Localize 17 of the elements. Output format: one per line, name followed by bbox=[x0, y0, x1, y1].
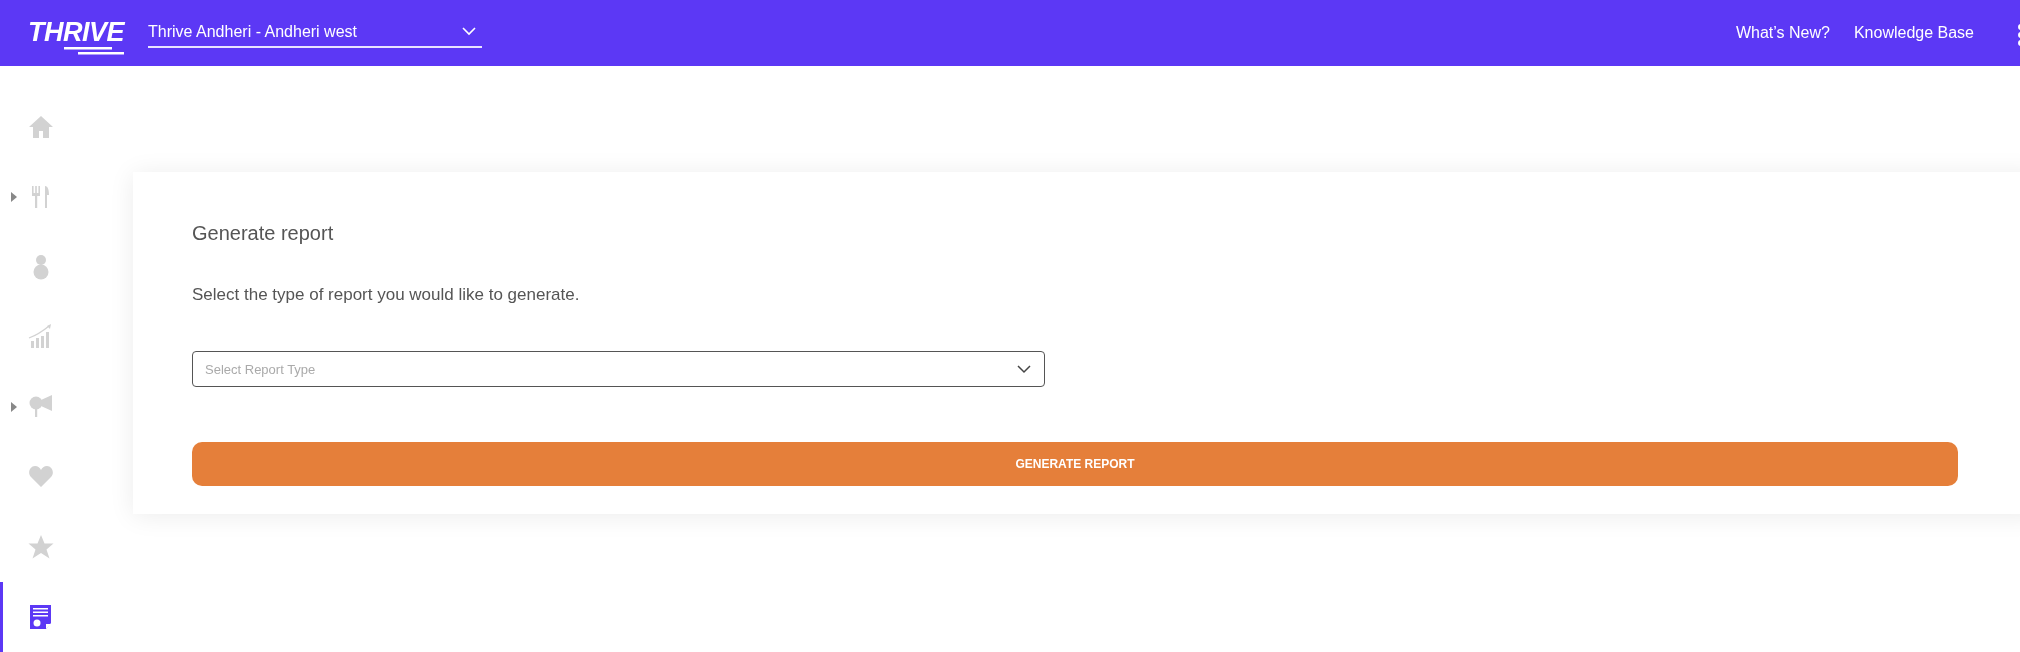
header-link[interactable]: Knowledge Base bbox=[1853, 24, 1974, 42]
location-dropdown[interactable]: Thrive Andheri - Andheri west bbox=[148, 22, 482, 48]
chevron-down-icon bbox=[462, 27, 476, 36]
report-type-select[interactable]: Select Report Type bbox=[192, 351, 1045, 387]
header-link[interactable]: What’s New? bbox=[1735, 24, 1830, 42]
card-title: Generate report bbox=[192, 222, 335, 245]
instruction-text: Select the type of report you would like to generate. bbox=[192, 285, 581, 305]
star-icon bbox=[28, 534, 54, 560]
heart-icon bbox=[28, 464, 54, 490]
document-icon bbox=[28, 604, 54, 630]
chevron-down-icon bbox=[1017, 365, 1031, 374]
logo: THRIVE bbox=[28, 16, 124, 56]
home-icon bbox=[28, 114, 54, 140]
bar-chart-icon bbox=[28, 324, 54, 350]
caret-right-icon bbox=[11, 192, 17, 202]
megaphone-icon bbox=[28, 394, 54, 420]
caret-right-icon bbox=[11, 402, 17, 412]
